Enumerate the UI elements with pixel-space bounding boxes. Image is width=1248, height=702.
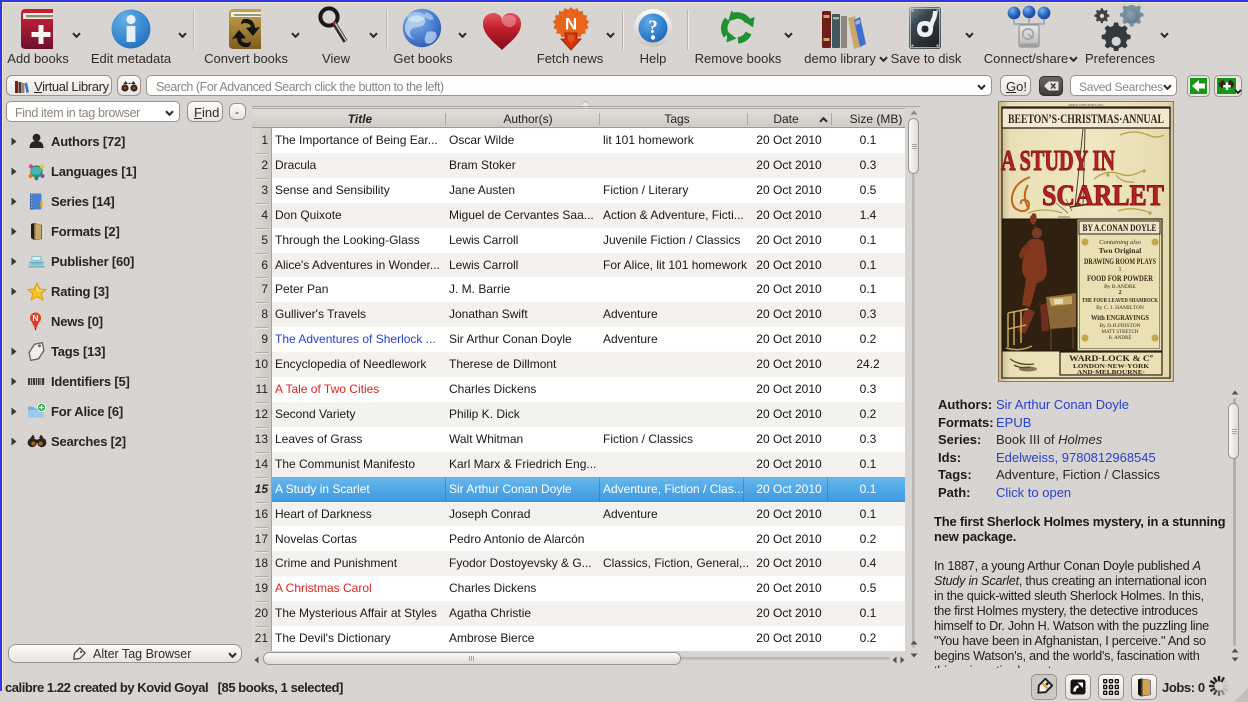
svg-text:Containing also: Containing also [1099,239,1141,246]
svg-text:By D.H.FRISTON: By D.H.FRISTON [1099,323,1140,329]
svg-text:A STUDY IN: A STUDY IN [1001,145,1115,177]
svg-text:SCARLET: SCARLET [1042,179,1164,212]
svg-text:Two Original: Two Original [1099,246,1142,255]
svg-text:FOOD FOR POWDER: FOOD FOR POWDER [1087,273,1154,283]
svg-text:R. ANDRÉ: R. ANDRÉ [1109,335,1132,341]
svg-text:With ENGRAVINGS: With ENGRAVINGS [1091,314,1149,322]
svg-text:WARD·LOCK & Cº: WARD·LOCK & Cº [1069,353,1153,363]
svg-text:?: ? [648,17,658,38]
svg-text:BEETON’S·CHRISTMAS·ANNUAL: BEETON’S·CHRISTMAS·ANNUAL [1008,111,1164,126]
svg-text:N: N [565,15,577,34]
svg-text:DRAWING ROOM PLAYS: DRAWING ROOM PLAYS [1084,257,1156,266]
svg-text:N: N [32,313,38,323]
svg-text:AND·MELBOURNE·: AND·MELBOURNE· [1077,369,1145,376]
svg-text:By C. J. HAMILTON: By C. J. HAMILTON [1096,305,1144,311]
svg-text:PRICE ONE SHILLING: PRICE ONE SHILLING [1069,103,1104,107]
svg-text:BY A.CONAN DOYLE: BY A.CONAN DOYLE [1083,223,1157,233]
svg-text:THE FOUR LEAVED SHAMROCK: THE FOUR LEAVED SHAMROCK [1082,298,1158,304]
svg-text:2: 2 [1119,290,1122,296]
svg-text:MATT STRETCH: MATT STRETCH [1102,330,1139,335]
